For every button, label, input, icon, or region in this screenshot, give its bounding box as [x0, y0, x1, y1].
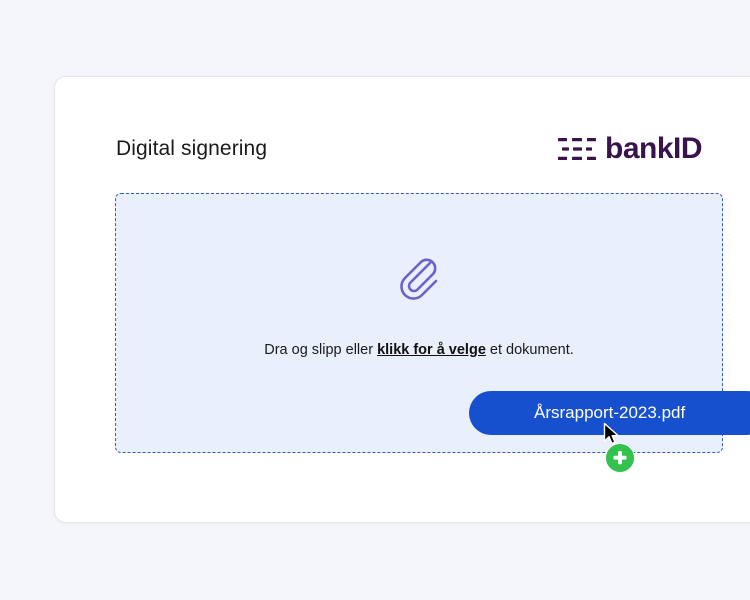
dropzone-instructions: Dra og slipp eller klikk for å velge et … — [116, 342, 722, 358]
page-title: Digital signering — [116, 137, 268, 160]
instructions-text-before: Dra og slipp eller — [264, 342, 378, 358]
instructions-text-after: et dokument. — [485, 342, 574, 358]
paperclip-icon — [400, 258, 438, 300]
choose-file-link[interactable]: klikk for å velge — [377, 342, 486, 358]
brand-name: bankID — [605, 132, 703, 165]
bankid-mark-icon — [558, 138, 596, 160]
signing-card: Digital signering bankID Dra og slipp el… — [54, 76, 750, 523]
add-file-badge — [605, 443, 635, 473]
plus-icon — [613, 451, 627, 465]
bankid-logo: bankID — [558, 131, 703, 167]
